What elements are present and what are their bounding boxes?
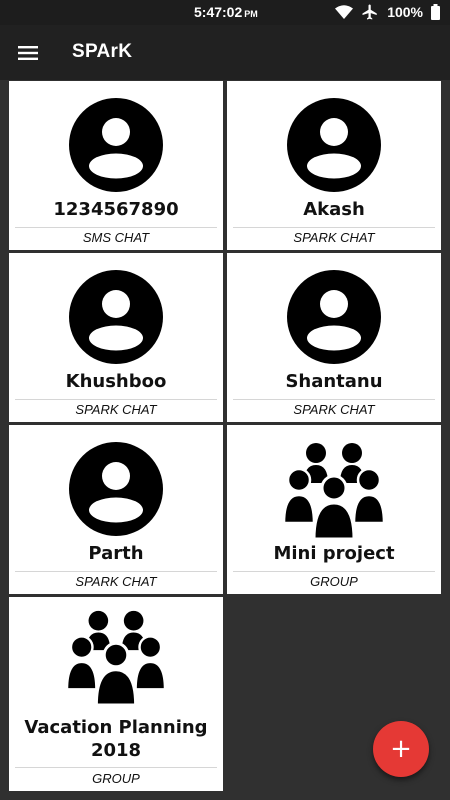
chat-name: Mini project: [273, 543, 395, 564]
chat-card[interactable]: Mini project GROUP: [227, 425, 441, 594]
status-bar: 5:47:02 PM 100%: [0, 0, 450, 25]
chat-card[interactable]: Vacation Planning 2018 GROUP: [9, 597, 223, 791]
status-time-ampm: PM: [244, 9, 258, 19]
card-divider: [233, 227, 435, 228]
chat-name: Khushboo: [65, 371, 167, 392]
hamburger-menu-icon: [18, 46, 38, 60]
chat-type: SPARK CHAT: [75, 402, 157, 417]
battery-icon: [431, 4, 440, 20]
person-avatar-icon: [287, 270, 381, 364]
chat-name: 1234567890: [53, 199, 179, 220]
card-divider: [233, 399, 435, 400]
card-divider: [15, 399, 217, 400]
chat-name: Akash: [303, 199, 365, 220]
chat-card[interactable]: Khushboo SPARK CHAT: [9, 253, 223, 422]
chat-name: Vacation Planning 2018: [24, 717, 208, 761]
status-icons: 100%: [335, 3, 440, 21]
app-bar: SPArK: [0, 25, 450, 80]
chat-card[interactable]: Akash SPARK CHAT: [227, 81, 441, 250]
battery-percent: 100%: [387, 4, 423, 20]
card-divider: [15, 767, 217, 768]
chat-type: GROUP: [310, 574, 358, 589]
menu-button[interactable]: [12, 37, 44, 69]
chat-type: SPARK CHAT: [293, 402, 375, 417]
add-chat-button[interactable]: +: [373, 721, 429, 777]
chat-card[interactable]: Parth SPARK CHAT: [9, 425, 223, 594]
card-divider: [15, 571, 217, 572]
card-divider: [233, 571, 435, 572]
airplane-mode-icon: [362, 4, 377, 20]
person-avatar-icon: [69, 442, 163, 536]
person-avatar-icon: [69, 98, 163, 192]
person-avatar-icon: [69, 270, 163, 364]
card-divider: [15, 227, 217, 228]
chat-name: Parth: [88, 543, 144, 564]
chat-name: Shantanu: [285, 371, 383, 392]
chat-type: GROUP: [92, 771, 140, 786]
app-title: SPArK: [72, 41, 133, 62]
person-avatar-icon: [287, 98, 381, 192]
group-people-icon: [284, 443, 384, 539]
chat-type: SMS CHAT: [82, 230, 150, 245]
status-time: 5:47:02 PM: [194, 4, 258, 20]
wifi-icon: [335, 4, 354, 19]
chat-card[interactable]: 1234567890 SMS CHAT: [9, 81, 223, 250]
chat-grid: 1234567890 SMS CHAT Akash SPARK CHAT Khu…: [9, 81, 441, 791]
status-time-value: 5:47:02: [194, 4, 243, 20]
chat-card[interactable]: Shantanu SPARK CHAT: [227, 253, 441, 422]
add-icon: +: [390, 734, 412, 764]
chat-type: SPARK CHAT: [75, 574, 157, 589]
group-people-icon: [66, 610, 166, 705]
chat-type: SPARK CHAT: [293, 230, 375, 245]
